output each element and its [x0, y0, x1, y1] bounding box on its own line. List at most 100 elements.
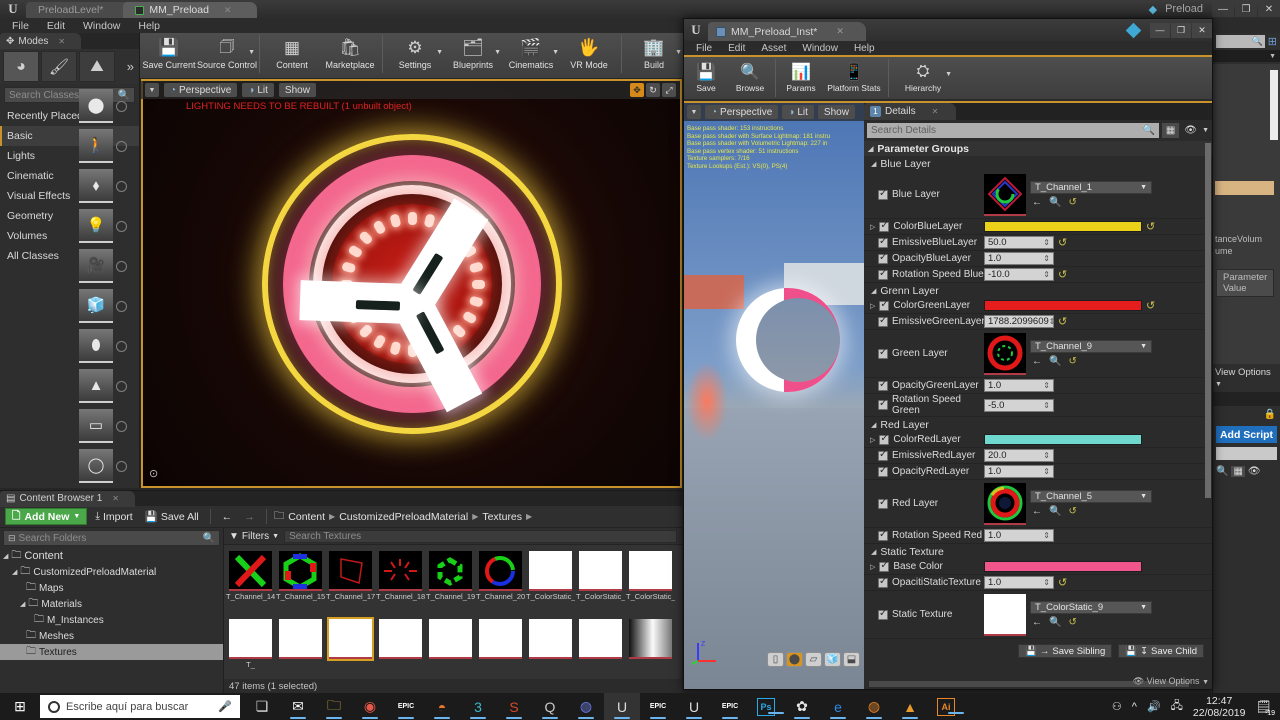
info-dot-icon[interactable]	[116, 300, 127, 312]
preview-options-icon[interactable]: ▼	[687, 105, 701, 119]
reset-to-default-icon[interactable]: ↺	[1058, 236, 1067, 249]
info-dot-icon[interactable]	[116, 380, 127, 392]
info-dot-icon[interactable]	[116, 460, 127, 472]
search-textures-input[interactable]	[289, 530, 672, 542]
asset-item[interactable]	[326, 617, 375, 679]
asset-tab-mm-preload[interactable]: MM_Preload ✕	[123, 2, 258, 18]
texture-thumbnail[interactable]	[984, 332, 1026, 375]
minimize-button[interactable]: —	[1212, 1, 1234, 17]
chevron-down-icon[interactable]: ▼	[1202, 127, 1209, 134]
substance-icon[interactable]: S	[496, 693, 532, 720]
tab-close-icon[interactable]: ✕	[224, 5, 232, 16]
placeable-sphere2[interactable]: ◯	[78, 446, 140, 486]
placeable-camera[interactable]: 🎥	[78, 246, 140, 286]
spinner-icon[interactable]: ⇕	[1043, 401, 1050, 410]
tree-item-meshes[interactable]: 🗀 Meshes	[0, 628, 223, 644]
modes-overflow-icon[interactable]: »	[127, 59, 136, 74]
blender-icon[interactable]: ◍	[856, 693, 892, 720]
preview-perspective-button[interactable]: ◔ Perspective	[705, 105, 779, 119]
tree-item-m-instances[interactable]: 🗀 M_Instances	[0, 612, 223, 628]
breadcrumb-textures[interactable]: Textures	[482, 511, 522, 523]
spinner-icon[interactable]: ⇕	[1043, 578, 1050, 587]
details-grid-view-button[interactable]: ▦	[1162, 123, 1180, 138]
preview-custom-mesh-icon[interactable]: ⬓	[843, 652, 860, 667]
volume-icon[interactable]: 🔊	[1147, 700, 1161, 713]
nav-forward-button[interactable]: →	[240, 511, 259, 523]
texture-thumbnail[interactable]	[984, 593, 1026, 636]
spinner-icon[interactable]: ⇕	[1043, 270, 1050, 279]
menu-help[interactable]: Help	[846, 43, 883, 54]
search-folders-box[interactable]: ⊟ 🔍	[3, 530, 220, 546]
info-dot-icon[interactable]	[116, 420, 127, 432]
asset-item[interactable]: T_Channel_17	[326, 549, 375, 616]
texture-thumbnail[interactable]	[984, 173, 1026, 216]
placeable-player-start[interactable]: 🚶	[78, 126, 140, 166]
microphone-icon[interactable]: 🎤	[218, 700, 232, 713]
info-dot-icon[interactable]	[116, 220, 127, 232]
reset-to-default-icon[interactable]: ↺	[1068, 356, 1076, 367]
toolbar-content[interactable]: ▦ Content	[263, 33, 321, 78]
breadcrumb-content[interactable]: Content	[288, 511, 325, 523]
number-input[interactable]: 1788.2099609 ⇕	[984, 315, 1055, 328]
collapse-arrow-icon[interactable]: ◢	[871, 287, 876, 295]
parameter-checkbox[interactable]	[878, 608, 888, 620]
parameter-section-header[interactable]: ◢ Static Texture	[864, 544, 1212, 559]
3dsmax-icon[interactable]: 3	[460, 693, 496, 720]
asset-item[interactable]: T_Channel_19	[426, 549, 475, 616]
outliner-selected-row[interactable]	[1215, 181, 1274, 195]
placeable-cube[interactable]: 🧊	[78, 286, 140, 326]
tab-details[interactable]: 1 Details ✕	[864, 103, 957, 120]
menu-edit[interactable]: Edit	[39, 19, 73, 33]
close-button[interactable]: ✕	[1192, 22, 1212, 38]
parameter-checkbox[interactable]	[879, 220, 890, 232]
asset-item[interactable]: T_Channel_20	[476, 549, 525, 616]
chevron-down-icon[interactable]: ▼	[248, 49, 255, 56]
minimize-button[interactable]: —	[1150, 22, 1170, 38]
menu-window[interactable]: Window	[794, 43, 846, 54]
collapse-arrow-icon[interactable]: ◢	[868, 145, 873, 153]
spinner-icon[interactable]: ⇕	[1043, 381, 1050, 390]
transform-gizmo-icon[interactable]: ✥	[630, 83, 644, 97]
epic-launcher-icon[interactable]: EPIC	[640, 693, 676, 720]
asset-item[interactable]: T_	[226, 617, 275, 679]
expand-arrow-icon[interactable]: ▷	[870, 436, 875, 444]
tree-item-customizedpreloadmaterial[interactable]: ◢ 🗀 CustomizedPreloadMaterial	[0, 564, 223, 580]
menu-file[interactable]: File	[4, 19, 37, 33]
mat-toolbar-save[interactable]: 💾 Save	[684, 57, 728, 101]
add-script-button[interactable]: Add Script	[1216, 426, 1277, 443]
parameter-checkbox[interactable]	[878, 379, 888, 391]
toolbar-save-current[interactable]: 💾 Save Current	[140, 33, 198, 78]
mail-icon[interactable]: ✉	[280, 693, 316, 720]
parameter-checkbox[interactable]	[878, 398, 888, 410]
chevron-down-icon[interactable]: ▼	[1140, 604, 1147, 611]
maximize-button[interactable]: ❐	[1171, 22, 1191, 38]
browse-to-asset-icon[interactable]: 🔍	[1049, 197, 1061, 208]
chrome-icon[interactable]: ◉	[352, 693, 388, 720]
asset-item[interactable]: T_Channel_14	[226, 549, 275, 616]
toolbar-blueprints[interactable]: 🗂 Blueprints ▼	[444, 33, 502, 78]
unreal-engine-icon-2[interactable]: U	[676, 693, 712, 720]
taskbar-search-box[interactable]: Escribe aquí para buscar 🎤	[40, 695, 240, 718]
lock-icon[interactable]: 🔒	[1264, 409, 1276, 420]
asset-item[interactable]	[376, 617, 425, 679]
settings-icon[interactable]: ✿	[784, 693, 820, 720]
details-eye-button[interactable]: 👁	[1182, 123, 1199, 138]
expand-arrow-icon[interactable]: ▷	[870, 302, 875, 310]
tree-item-materials[interactable]: ◢ 🗀 Materials	[0, 596, 223, 612]
eye-icon[interactable]: 👁	[1248, 466, 1261, 477]
parameter-section-header[interactable]: ◢ Blue Layer	[864, 156, 1212, 171]
menu-edit[interactable]: Edit	[720, 43, 753, 54]
chevron-down-icon[interactable]: ▼	[945, 71, 952, 78]
level-tab-preloadlevel[interactable]: PreloadLevel*	[26, 2, 130, 18]
collapse-arrow-icon[interactable]: ◢	[871, 160, 876, 168]
start-button[interactable]: ⊞	[0, 693, 40, 720]
expand-arrow-icon[interactable]: ▷	[870, 563, 875, 571]
preview-plane-icon[interactable]: ▱	[805, 652, 822, 667]
search-folders-input[interactable]	[18, 532, 203, 544]
chevron-up-icon[interactable]: ^	[1132, 701, 1137, 713]
epic-games-icon[interactable]: EPIC	[388, 693, 424, 720]
placeable-cylinder[interactable]: ⬮	[78, 326, 140, 366]
save-sibling-button[interactable]: 💾 → Save Sibling	[1018, 644, 1113, 658]
search-icon[interactable]: 🔍	[1216, 466, 1228, 477]
use-selected-asset-icon[interactable]: ←	[1032, 356, 1042, 367]
